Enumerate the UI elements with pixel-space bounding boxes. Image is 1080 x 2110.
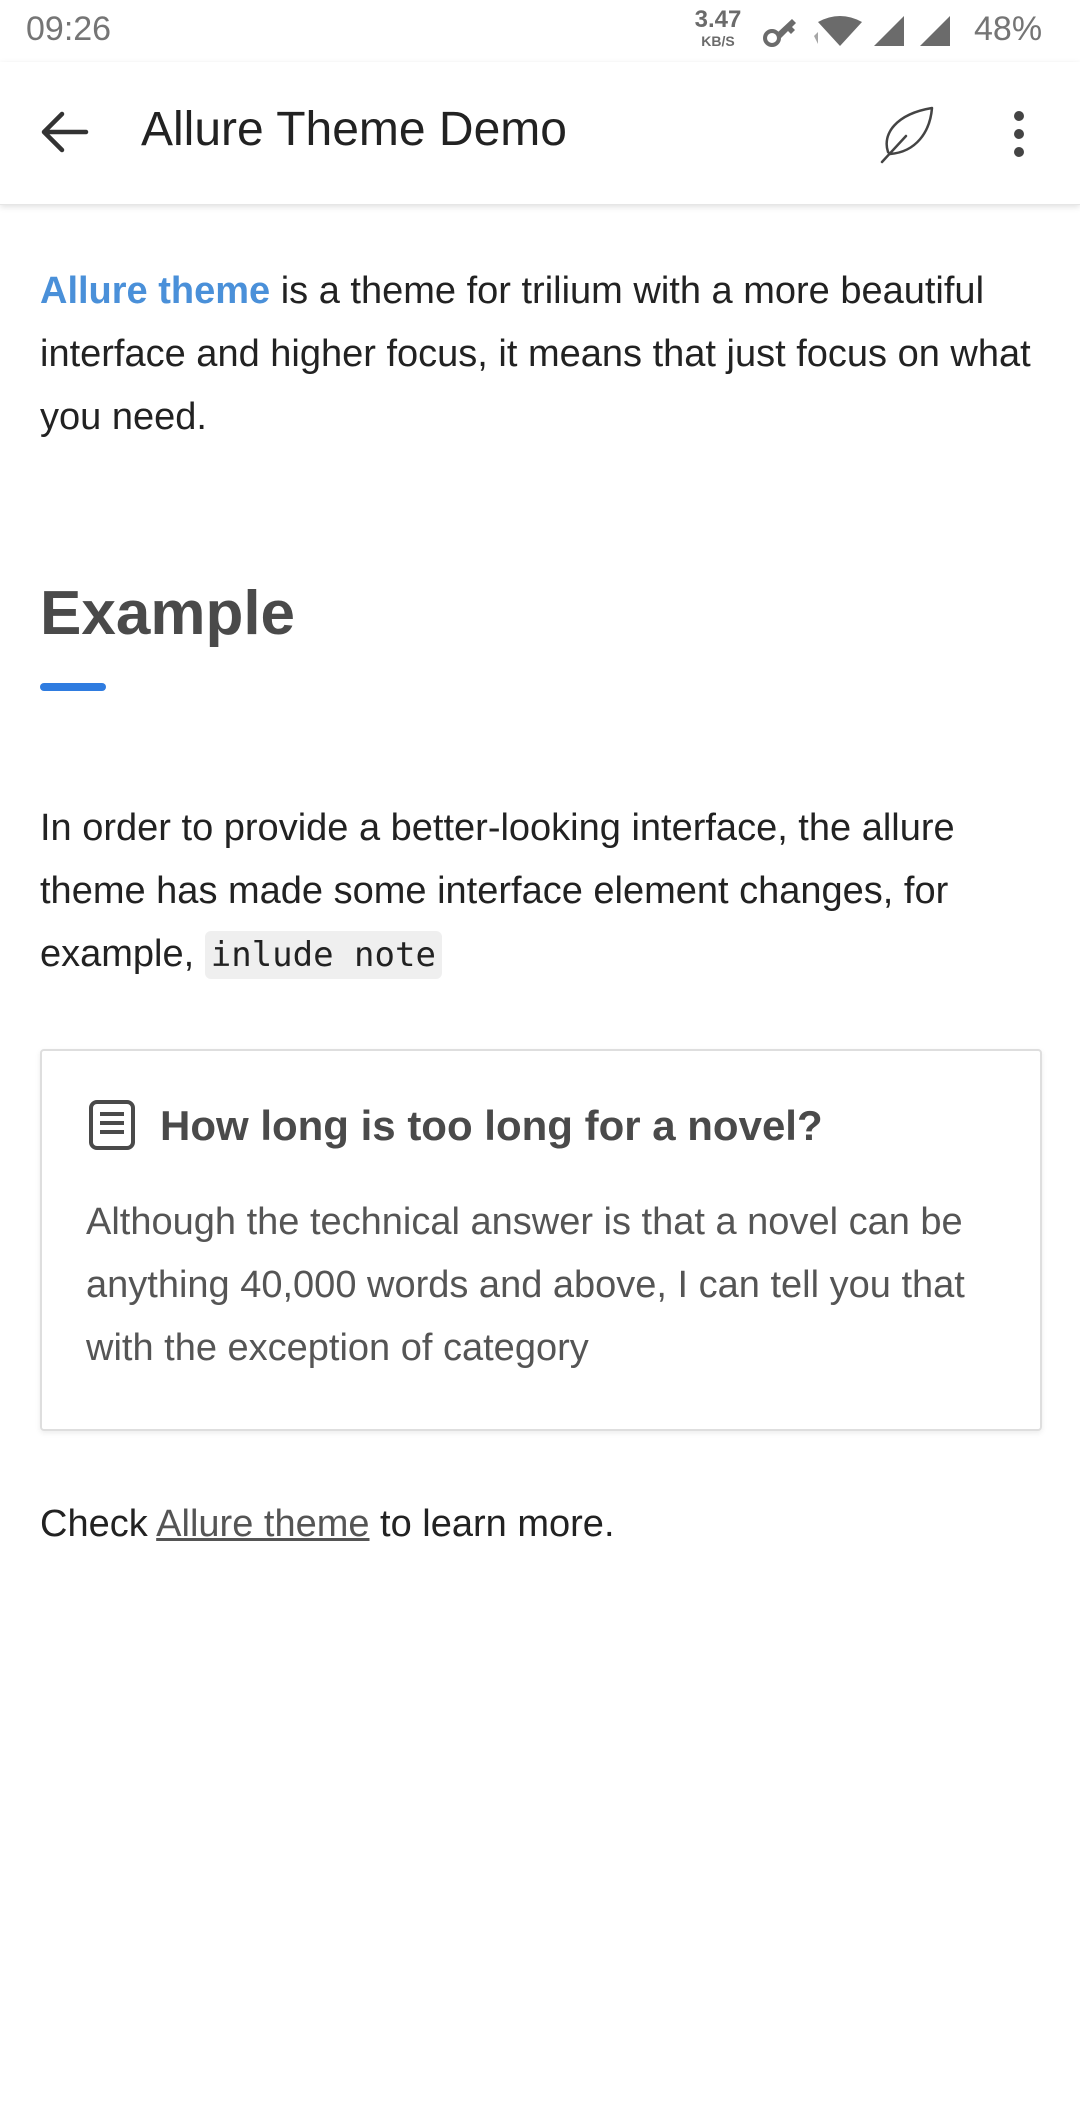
page-title: Allure Theme Demo: [141, 103, 567, 156]
wifi-icon: [814, 16, 862, 46]
footer-paragraph: Check Allure theme to learn more.: [40, 1493, 1040, 1556]
footer-prefix: Check: [40, 1503, 157, 1545]
note-content: Allure theme is a theme for trilium with…: [40, 204, 1042, 1556]
intro-link[interactable]: Allure theme: [40, 270, 270, 312]
heading-underline: [40, 683, 106, 691]
status-time: 09:26: [26, 10, 112, 48]
vpn-key-icon: [763, 19, 796, 47]
signal-icon: [920, 16, 950, 46]
footer-suffix: to learn more.: [369, 1503, 615, 1545]
app-bar: Allure Theme Demo: [0, 62, 1080, 205]
section-heading: Example: [40, 579, 296, 648]
status-bar: 09:26 3.47 KB/S 48%: [0, 0, 1080, 62]
network-speed: 3.47 KB/S: [690, 6, 746, 49]
battery-level: 48%: [974, 10, 1043, 48]
included-note-body: Although the technical answer is that a …: [86, 1201, 965, 1369]
intro-paragraph: Allure theme is a theme for trilium with…: [40, 260, 1040, 449]
network-speed-value: 3.47: [694, 6, 742, 33]
example-text: In order to provide a better-looking int…: [40, 807, 955, 975]
note-icon: [88, 1099, 136, 1151]
signal-icon: [874, 16, 904, 46]
feather-icon[interactable]: [876, 104, 938, 166]
included-note-card[interactable]: How long is too long for a novel? Althou…: [40, 1049, 1042, 1431]
included-note-title[interactable]: How long is too long for a novel?: [160, 1102, 823, 1149]
inline-code: inlude note: [204, 931, 442, 979]
footer-link[interactable]: Allure theme: [156, 1503, 369, 1545]
status-icons: [760, 14, 970, 48]
network-speed-unit: KB/S: [701, 33, 735, 49]
more-vert-icon[interactable]: [1004, 106, 1034, 162]
back-arrow-icon[interactable]: [36, 108, 92, 156]
example-paragraph: In order to provide a better-looking int…: [40, 797, 1040, 987]
